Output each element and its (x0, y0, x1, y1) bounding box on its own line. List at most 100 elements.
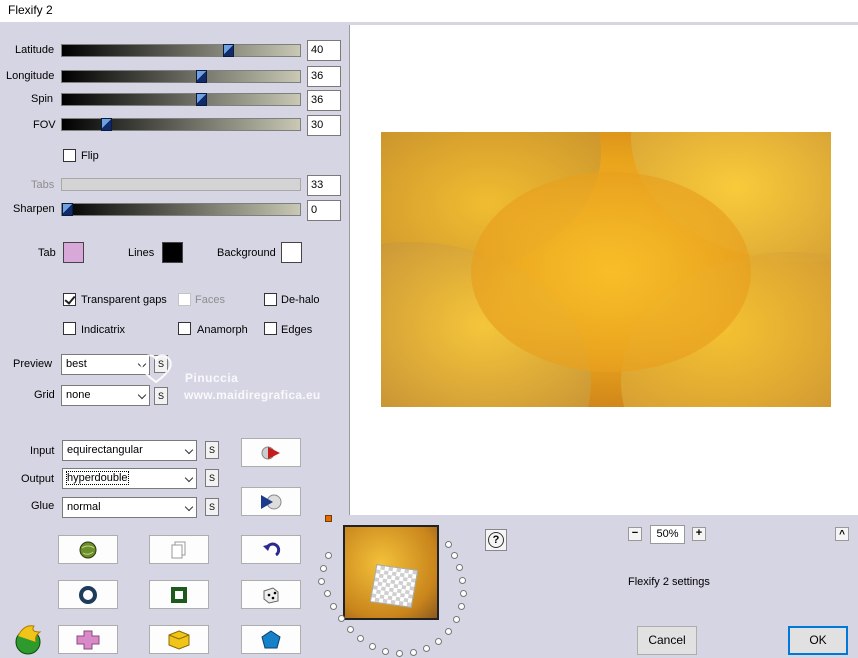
tab-color-swatch[interactable] (63, 242, 84, 263)
faces-checkbox (178, 293, 191, 306)
edges-checkbox[interactable] (264, 322, 277, 335)
zoom-level[interactable]: 50% (650, 525, 685, 544)
zoom-out-button[interactable]: − (628, 527, 642, 541)
tabs-slider (61, 178, 301, 191)
input-select-value: equirectangular (67, 444, 143, 456)
red-play-icon (261, 446, 280, 459)
lines-color-swatch[interactable] (162, 242, 183, 263)
transparent-area (369, 564, 419, 608)
flip-label: Flip (81, 150, 99, 162)
fov-label: FOV (33, 119, 56, 131)
preview-select-value: best (66, 358, 87, 370)
input-select[interactable]: equirectangular (62, 440, 197, 461)
chevron-down-icon (184, 445, 194, 455)
tab-color-label: Tab (38, 247, 56, 259)
fov-slider[interactable] (61, 118, 301, 131)
anamorph-checkbox[interactable] (178, 322, 191, 335)
status-text: Flexify 2 settings (628, 576, 710, 588)
copy-button[interactable] (149, 535, 209, 564)
output-select-value: hyperdouble (66, 471, 129, 485)
heart-logo-icon (140, 354, 172, 384)
tabs-label: Tabs (31, 179, 55, 191)
chevron-down-icon (184, 502, 194, 512)
tabs-value[interactable]: 33 (307, 175, 341, 196)
latitude-slider-thumb[interactable] (223, 44, 234, 57)
random-button[interactable] (58, 535, 118, 564)
square-button[interactable] (149, 580, 209, 609)
anamorph-label: Anamorph (197, 324, 248, 336)
flip-checkbox[interactable] (63, 149, 76, 162)
blue-pentagon-icon (261, 629, 281, 648)
window-title: Flexify 2 (8, 3, 53, 17)
output-select[interactable]: hyperdouble (62, 468, 197, 489)
watermark-url: www.maidiregrafica.eu (184, 388, 321, 402)
collapse-button[interactable]: ^ (835, 527, 849, 541)
help-icon: ? (488, 532, 504, 548)
dice-button[interactable] (241, 580, 301, 609)
thumbnail-marker-icon (325, 515, 332, 522)
ring-button[interactable] (58, 580, 118, 609)
glue-s-button[interactable]: S (205, 498, 219, 516)
chevron-down-icon (184, 473, 194, 483)
latitude-value[interactable]: 40 (307, 40, 341, 61)
longitude-value[interactable]: 36 (307, 66, 341, 87)
longitude-label: Longitude (6, 70, 55, 82)
indicatrix-label: Indicatrix (81, 324, 126, 336)
input-label: Input (30, 445, 55, 457)
watermark: Pinuccia www.maidiregrafica.eu (140, 350, 350, 410)
output-s-button[interactable]: S (205, 469, 219, 487)
blue-play-icon (261, 494, 282, 509)
lines-color-label: Lines (128, 247, 155, 259)
sharpen-value[interactable]: 0 (307, 200, 341, 221)
ok-button[interactable]: OK (788, 626, 848, 655)
spin-slider-thumb[interactable] (196, 93, 207, 106)
sharpen-slider-thumb[interactable] (62, 203, 73, 216)
thumbnail-navigator[interactable] (343, 525, 439, 620)
longitude-slider-thumb[interactable] (196, 70, 207, 83)
faces-label: Faces (195, 294, 225, 306)
cube-button[interactable] (149, 625, 209, 654)
input-s-button[interactable]: S (205, 441, 219, 459)
zoom-in-button[interactable]: + (692, 527, 706, 541)
spin-slider[interactable] (61, 93, 301, 106)
preview-label: Preview (13, 358, 53, 370)
spin-value[interactable]: 36 (307, 90, 341, 111)
transparent-gaps-label: Transparent gaps (81, 294, 167, 306)
glue-select[interactable]: normal (62, 497, 197, 518)
undo-button[interactable] (241, 535, 301, 564)
longitude-slider[interactable] (61, 70, 301, 83)
indicatrix-checkbox[interactable] (63, 322, 76, 335)
glue-select-value: normal (67, 501, 101, 513)
transparent-gaps-checkbox[interactable] (63, 293, 76, 306)
background-color-swatch[interactable] (281, 242, 302, 263)
preview-image (381, 132, 831, 407)
grid-select[interactable]: none (61, 385, 150, 406)
cross-button[interactable] (58, 625, 118, 654)
play-output-button[interactable] (241, 487, 301, 516)
spin-label: Spin (31, 93, 54, 105)
de-halo-checkbox[interactable] (264, 293, 277, 306)
sharpen-slider[interactable] (61, 203, 301, 216)
fov-value[interactable]: 30 (307, 115, 341, 136)
glue-label: Glue (31, 500, 55, 512)
output-label: Output (21, 473, 55, 485)
pink-cross-icon (76, 630, 100, 649)
grid-label: Grid (34, 389, 55, 401)
watermark-name: Pinuccia (185, 371, 239, 385)
cancel-button[interactable]: Cancel (637, 626, 697, 655)
chevron-down-icon (137, 390, 147, 400)
ring-icon (79, 585, 97, 604)
yellow-cube-icon (168, 629, 190, 650)
title-bar: Flexify 2 (0, 0, 858, 22)
fov-slider-thumb[interactable] (101, 118, 112, 131)
help-button[interactable]: ? (485, 529, 507, 551)
de-halo-label: De-halo (281, 294, 320, 306)
pentagon-button[interactable] (241, 625, 301, 654)
sharpen-label: Sharpen (13, 203, 55, 215)
dice-icon (263, 586, 279, 604)
latitude-slider[interactable] (61, 44, 301, 57)
flexify-logo-icon (15, 625, 42, 655)
copy-icon (171, 541, 186, 558)
play-input-button[interactable] (241, 438, 301, 467)
background-color-label: Background (217, 247, 276, 259)
